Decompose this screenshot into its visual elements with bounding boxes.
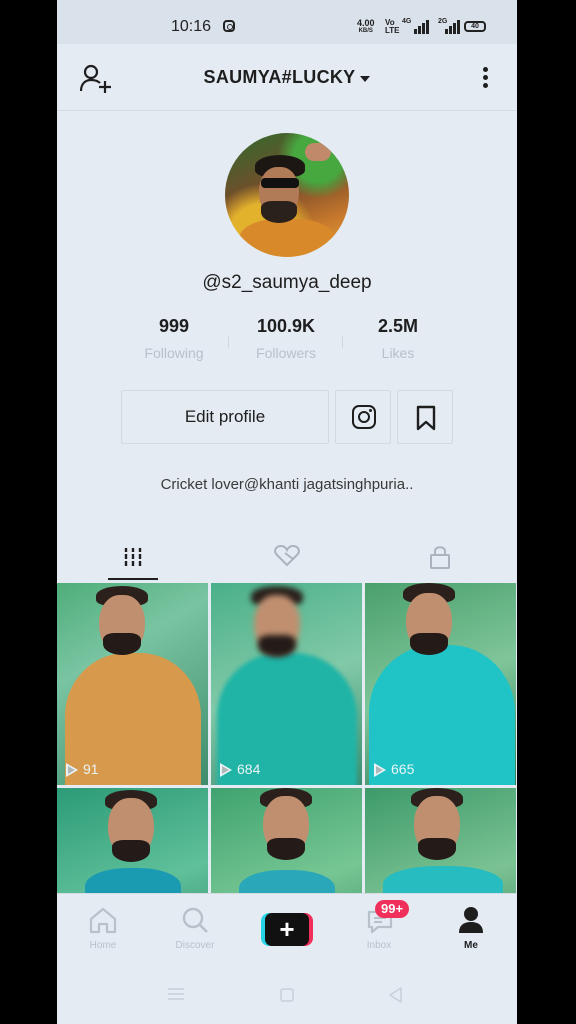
- profile-icon: [459, 907, 483, 933]
- page-title: SAUMYA#LUCKY: [203, 67, 356, 87]
- video-thumbnail[interactable]: 91: [57, 583, 208, 785]
- tab-videos[interactable]: [57, 534, 210, 582]
- instagram-icon: [352, 405, 376, 429]
- home-square-icon[interactable]: [279, 987, 295, 1003]
- search-icon: [182, 907, 208, 933]
- view-count: 684: [220, 761, 260, 778]
- phone-screen: 10:16 4.00 KB/S Vo LTE 4G 2G 40 SAUMYA#L…: [57, 0, 517, 1024]
- video-thumbnail[interactable]: [211, 788, 362, 893]
- back-icon[interactable]: [387, 986, 403, 1004]
- instagram-notification-icon: [223, 20, 235, 32]
- status-bar: 10:16 4.00 KB/S Vo LTE 4G 2G 40: [57, 0, 517, 44]
- divider: [228, 336, 229, 348]
- stat-likes[interactable]: 2.5M Likes: [343, 316, 453, 361]
- video-grid: 91 684 665: [57, 583, 517, 893]
- nav-discover[interactable]: Discover: [149, 894, 241, 964]
- username: @s2_saumya_deep: [202, 272, 372, 293]
- stat-followers[interactable]: 100.9K Followers: [231, 316, 341, 361]
- video-thumbnail[interactable]: 665: [365, 583, 516, 785]
- nav-home[interactable]: Home: [57, 894, 149, 964]
- menu-icon[interactable]: [167, 987, 185, 1001]
- tab-liked[interactable]: [210, 534, 363, 582]
- nav-me[interactable]: Me: [425, 894, 517, 964]
- favorites-button[interactable]: [397, 390, 453, 444]
- chevron-down-icon: [360, 75, 371, 82]
- instagram-button[interactable]: [335, 390, 391, 444]
- plus-icon: +: [265, 913, 309, 946]
- stat-following[interactable]: 999 Following: [119, 316, 229, 361]
- network-type-1: 4G: [402, 18, 412, 25]
- view-count: 665: [374, 761, 414, 778]
- play-icon: [374, 763, 386, 778]
- system-nav-bar: [57, 964, 517, 1024]
- active-tab-indicator: [108, 578, 158, 580]
- bottom-nav: Home Discover + Inbox 99+ Me: [57, 893, 517, 964]
- network-speed: 4.00 KB/S: [357, 18, 375, 35]
- avatar[interactable]: [225, 133, 349, 257]
- status-time: 10:16: [171, 18, 212, 35]
- home-icon: [89, 907, 117, 934]
- liked-heart-icon: [274, 544, 300, 567]
- bio-text: Cricket lover@khanti jagatsinghpuria..: [160, 476, 414, 493]
- signal-icon-1: [414, 20, 430, 34]
- edit-profile-button[interactable]: Edit profile: [121, 390, 329, 444]
- tab-private[interactable]: [363, 534, 516, 582]
- inbox-badge: 99+: [375, 900, 410, 918]
- account-switcher[interactable]: SAUMYA#LUCKY: [57, 67, 517, 88]
- video-thumbnail[interactable]: [57, 788, 208, 893]
- play-icon: [66, 763, 78, 778]
- video-thumbnail[interactable]: [365, 788, 516, 893]
- more-options-icon[interactable]: [477, 64, 493, 94]
- video-thumbnail[interactable]: 684: [211, 583, 362, 785]
- lock-icon: [430, 546, 450, 569]
- view-count: 91: [66, 761, 99, 778]
- signal-icon-2: [445, 20, 461, 34]
- grid-icon: [123, 548, 143, 566]
- bookmark-icon: [416, 405, 436, 431]
- volte-indicator: Vo LTE: [385, 18, 400, 35]
- play-icon: [220, 763, 232, 778]
- content-tabs: [57, 534, 517, 582]
- profile-header: SAUMYA#LUCKY: [57, 44, 517, 111]
- battery-icon: 40: [464, 21, 486, 32]
- create-video-button[interactable]: +: [261, 913, 313, 946]
